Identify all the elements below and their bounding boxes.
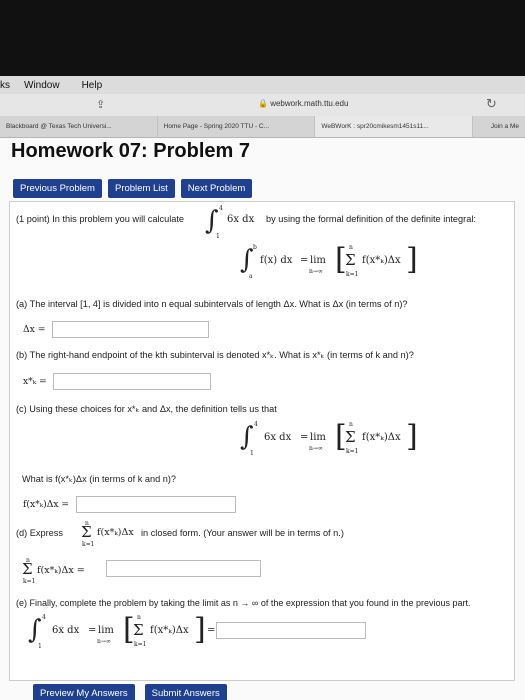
answer-actions: Preview My Answers Submit Answers <box>33 684 227 700</box>
definition-upper-limit: b <box>253 244 257 251</box>
sum-closed-form-input[interactable] <box>106 560 261 577</box>
part-e-final-equals: = <box>207 625 216 636</box>
menu-item-window[interactable]: Window <box>24 80 60 91</box>
part-a-answer-row: Δx = <box>23 321 209 338</box>
sum-answer-bottom: k=1 <box>23 578 36 585</box>
definition-lower-limit: a <box>249 273 253 280</box>
definition-right-bracket: ] <box>406 242 418 277</box>
part-a-text: (a) The interval [1, 4] is divided into … <box>16 299 408 309</box>
part-c-lim: lim <box>310 432 326 443</box>
definition-integrand: f(x) dx <box>260 255 293 266</box>
definition-integral-sign: ∫ <box>240 245 254 275</box>
part-e-equals: = <box>88 625 97 636</box>
final-answer-input[interactable] <box>216 622 366 639</box>
part-b-label: x*ₖ = <box>23 375 47 387</box>
x-star-input[interactable] <box>53 373 212 390</box>
definition-sum-top: n <box>349 244 353 251</box>
f-delta-x-input[interactable] <box>75 496 236 513</box>
url-text: webwork.math.ttu.edu <box>270 99 349 108</box>
tab-join-meeting[interactable]: Join a Me <box>473 116 525 137</box>
preview-answers-button[interactable]: Preview My Answers <box>33 684 135 700</box>
part-e-sum-top: n <box>137 614 141 621</box>
part-d-text-pre: (d) Express <box>16 528 63 538</box>
definition-sum-bottom: k=1 <box>346 271 359 278</box>
f-label: f(x*ₖ)Δx = <box>23 498 70 510</box>
intro-upper-limit: 4 <box>219 205 223 212</box>
part-e-integrand: 6x dx <box>52 625 80 636</box>
integral-sign: ∫ <box>205 206 219 236</box>
problem-nav: Previous Problem Problem List Next Probl… <box>13 179 253 198</box>
f-answer-row: f(x*ₖ)Δx = <box>23 496 236 513</box>
question-f-text: What is f(x*ₖ)Δx (in terms of k and n)? <box>22 474 177 484</box>
part-d-text-post: in closed form. (Your answer will be in … <box>141 528 344 538</box>
next-problem-button[interactable]: Next Problem <box>180 179 253 198</box>
part-c-sum-bottom: k=1 <box>346 448 359 455</box>
definition-sigma: Σ <box>345 251 356 269</box>
part-b-text: (b) The right-hand endpoint of the kth s… <box>16 350 414 360</box>
part-e-lim-sub: n→∞ <box>97 638 111 645</box>
previous-problem-button[interactable]: Previous Problem <box>13 179 102 198</box>
tab-home-page[interactable]: Home Page - Spring 2020 TTU - C... <box>158 116 316 137</box>
part-a-label: Δx = <box>23 323 46 335</box>
part-c-lim-sub: n→∞ <box>309 445 323 452</box>
part-e-upper-limit: 4 <box>42 614 46 621</box>
part-c-upper-limit: 4 <box>254 421 258 428</box>
menu-item-tools[interactable]: ks <box>0 80 10 91</box>
problem-list-button[interactable]: Problem List <box>107 179 175 198</box>
definition-sum-term: f(x*ₖ)Δx <box>362 255 401 266</box>
address-bar[interactable]: 🔒 webwork.math.ttu.edu <box>258 99 348 108</box>
page-title: Homework 07: Problem 7 <box>11 140 250 162</box>
part-c-sigma: Σ <box>345 428 356 446</box>
part-e-sum-bottom: k=1 <box>134 641 147 648</box>
part-c-lower-limit: 1 <box>250 450 254 457</box>
problem-body: (1 point) In this problem you will calcu… <box>9 201 515 681</box>
sum-answer-sigma: Σ <box>22 560 33 578</box>
part-c-right-bracket: ] <box>406 419 418 454</box>
part-d-sum-bottom: k=1 <box>82 541 95 548</box>
part-c-sum-top: n <box>349 421 353 428</box>
submit-answers-button[interactable]: Submit Answers <box>144 684 227 700</box>
part-c-text: (c) Using these choices for x*ₖ and Δx, … <box>16 404 277 414</box>
part-c-equals: = <box>300 432 309 443</box>
part-e-integral-sign: ∫ <box>28 615 42 645</box>
intro-text: (1 point) In this problem you will calcu… <box>16 214 185 224</box>
browser-toolbar: ⇪ 🔒 webwork.math.ttu.edu ↻ <box>0 94 525 116</box>
part-e-sigma: Σ <box>133 621 144 639</box>
intro-line: (1 point) In this problem you will calcu… <box>16 214 184 224</box>
page-content: Homework 07: Problem 7 Previous Problem … <box>0 138 525 700</box>
sum-answer-label: f(x*ₖ)Δx = <box>37 565 85 576</box>
definition-equals: = <box>300 255 309 266</box>
tab-webwork[interactable]: WeBWorK : spr20cmikesm1451s11... <box>315 116 474 137</box>
part-e-lower-limit: 1 <box>38 643 42 650</box>
reload-icon[interactable]: ↻ <box>486 96 497 112</box>
menu-bar: ks Window Help <box>0 76 525 94</box>
part-e-sum-term: f(x*ₖ)Δx <box>150 625 189 636</box>
delta-x-input[interactable] <box>52 321 209 338</box>
intro-lower-limit: 1 <box>216 233 220 240</box>
menu-item-help[interactable]: Help <box>82 80 103 91</box>
intro-text-post: by using the formal definition of the de… <box>266 214 476 224</box>
definition-lim-sub: n→∞ <box>309 268 323 275</box>
part-d-sum-term: f(x*ₖ)Δx <box>97 527 134 538</box>
part-e-text: (e) Finally, complete the problem by tak… <box>16 598 471 608</box>
share-icon[interactable]: ⇪ <box>96 98 105 111</box>
part-e-lim: lim <box>98 625 114 636</box>
part-c-integrand: 6x dx <box>264 432 292 443</box>
part-e-right-bracket: ] <box>194 612 206 647</box>
tab-bar: Blackboard @ Texas Tech Universi... Home… <box>0 116 525 138</box>
definition-lim: lim <box>310 255 326 266</box>
intro-integrand: 6x dx <box>227 214 255 225</box>
part-b-answer-row: x*ₖ = <box>23 373 212 390</box>
part-c-sum-term: f(x*ₖ)Δx <box>362 432 401 443</box>
part-d-sigma: Σ <box>81 523 92 541</box>
part-c-integral-sign: ∫ <box>240 422 254 452</box>
tab-blackboard[interactable]: Blackboard @ Texas Tech Universi... <box>0 116 158 137</box>
